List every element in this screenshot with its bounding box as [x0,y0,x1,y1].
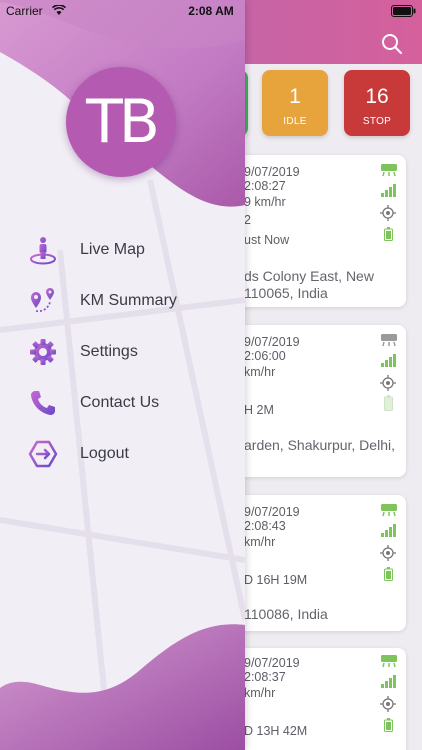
logout-icon [28,440,58,468]
vehicle-speed: km/hr [244,686,276,700]
menu-item-label: KM Summary [80,292,177,309]
person-location-icon [30,237,56,265]
vehicle-duration: D 13H 42M [244,724,308,738]
vehicle-address: arden, Shakurpur, Delhi, [244,437,395,453]
logo-text: TB [86,87,160,157]
menu-item-logout[interactable]: Logout [0,432,245,476]
route-pins-icon [31,288,54,313]
vehicle-date: 9/07/2019 [244,656,300,670]
gear-icon [30,339,56,365]
vehicle-duration: H 2M [244,403,274,417]
search-icon [382,34,403,55]
signal-icon [381,184,396,197]
battery-icon [384,718,393,732]
menu-item-label: Live Map [80,241,145,258]
menu-item-contact-us[interactable]: Contact Us [0,381,245,425]
idle-stat-tile[interactable]: 1 IDLE [262,70,328,136]
status-bar: Carrier 2:08 AM [0,0,422,22]
idle-count: 1 [289,85,301,108]
gps-icon [380,545,396,561]
signal-icon [381,675,396,688]
menu-item-km-summary[interactable]: KM Summary [0,279,245,323]
stop-stat-tile[interactable]: 16 STOP [344,70,410,136]
menu-item-live-map[interactable]: Live Map [0,228,245,272]
menu-item-settings[interactable]: Settings [0,330,245,374]
vehicle-speed: km/hr [244,535,276,549]
search-button[interactable] [380,32,404,56]
battery-icon [384,395,393,411]
gps-icon [380,205,396,221]
vehicle-duration: ust Now [244,233,290,247]
vehicle-time: 2:06:00 [244,349,286,363]
menu-item-label: Settings [80,343,138,360]
vehicle-status-icon [381,504,397,517]
battery-icon [384,227,393,241]
status-time: 2:08 AM [188,4,234,18]
vehicle-speed: km/hr [244,365,276,379]
vehicle-time: 2:08:37 [244,670,286,684]
navigation-drawer: TB Live Map KM Summary Settings Contact … [0,0,245,750]
vehicle-address: ds Colony East, New [244,268,374,284]
battery-icon [384,567,393,581]
vehicle-date: 9/07/2019 [244,165,300,179]
vehicle-status-icon [381,164,397,177]
vehicle-address-2: 110065, India [244,285,328,301]
vehicle-time: 2:08:43 [244,519,286,533]
vehicle-speed: 9 km/hr [244,195,286,209]
menu-item-label: Contact Us [80,394,160,411]
vehicle-status-icon [381,655,397,668]
app-logo: TB [66,67,176,177]
signal-icon [381,524,396,537]
stop-label: STOP [362,116,392,127]
signal-icon [381,354,396,367]
gps-icon [380,696,396,712]
vehicle-extra: 2 [244,213,251,227]
vehicle-address: 110086, India [244,606,328,622]
vehicle-duration: D 16H 19M [244,573,308,587]
battery-icon [391,5,416,17]
phone-icon [31,391,55,415]
gps-icon [380,375,396,391]
idle-label: IDLE [283,116,307,127]
vehicle-date: 9/07/2019 [244,335,300,349]
vehicle-date: 9/07/2019 [244,505,300,519]
menu-item-label: Logout [80,445,129,462]
vehicle-time: 2:08:27 [244,179,286,193]
vehicle-status-icon [381,334,397,347]
stop-count: 16 [365,85,389,108]
